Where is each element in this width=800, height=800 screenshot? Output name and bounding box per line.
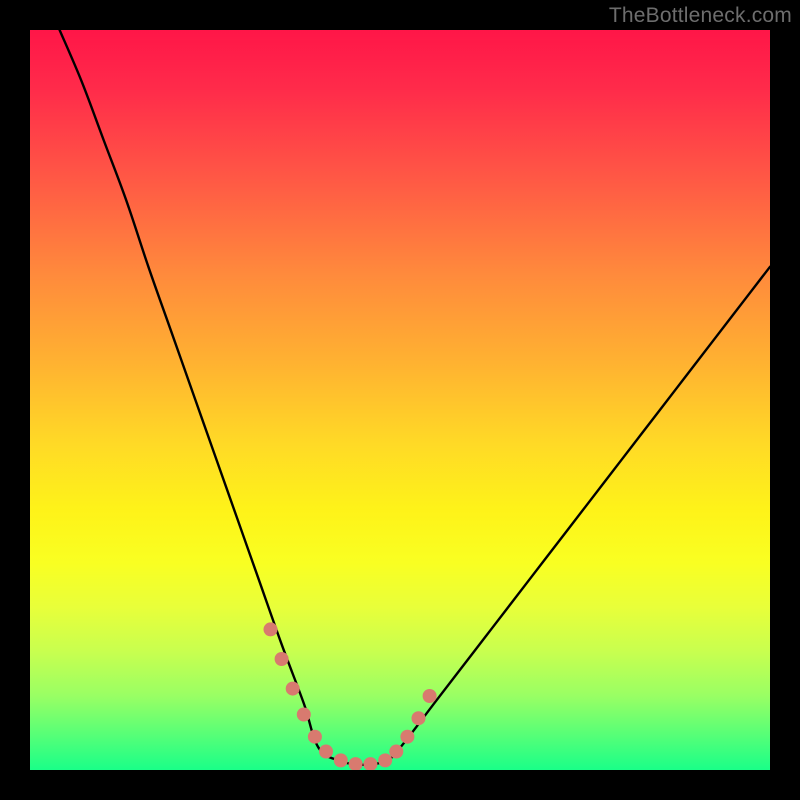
marker-dot [308, 730, 322, 744]
marker-dot [297, 708, 311, 722]
bottleneck-curve [60, 30, 770, 765]
curve-layer [30, 30, 770, 770]
highlight-markers [264, 622, 437, 770]
marker-dot [423, 689, 437, 703]
marker-dot [389, 745, 403, 759]
marker-dot [319, 745, 333, 759]
watermark-text: TheBottleneck.com [609, 4, 792, 28]
plot-area [30, 30, 770, 770]
marker-dot [334, 753, 348, 767]
marker-dot [286, 682, 300, 696]
marker-dot [400, 730, 414, 744]
marker-dot [275, 652, 289, 666]
marker-dot [349, 757, 363, 770]
chart-stage: TheBottleneck.com [0, 0, 800, 800]
marker-dot [264, 622, 278, 636]
marker-dot [363, 757, 377, 770]
marker-dot [412, 711, 426, 725]
marker-dot [378, 753, 392, 767]
